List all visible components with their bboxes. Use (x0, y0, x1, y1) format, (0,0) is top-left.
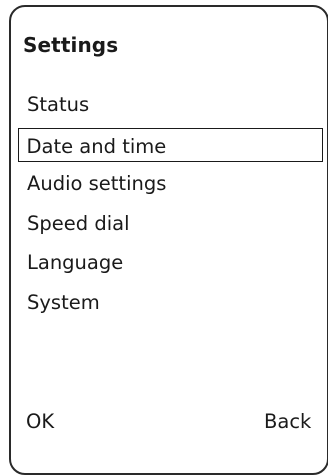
screen-title: Settings (23, 33, 119, 57)
menu-item-language[interactable]: Language (18, 243, 324, 283)
menu-item-date-and-time[interactable]: Date and time (18, 127, 323, 162)
back-softkey[interactable]: Back (264, 410, 311, 434)
menu-item-status[interactable]: Status (18, 85, 324, 125)
menu-item-speed-dial[interactable]: Speed dial (18, 204, 324, 244)
menu-item-system[interactable]: System (18, 283, 324, 323)
ok-softkey[interactable]: OK (26, 410, 54, 434)
phone-screen: Settings Status Date and time Audio sett… (9, 5, 328, 475)
menu-item-audio-settings[interactable]: Audio settings (18, 164, 324, 204)
settings-menu: Status Date and time Audio settings Spee… (18, 85, 324, 322)
